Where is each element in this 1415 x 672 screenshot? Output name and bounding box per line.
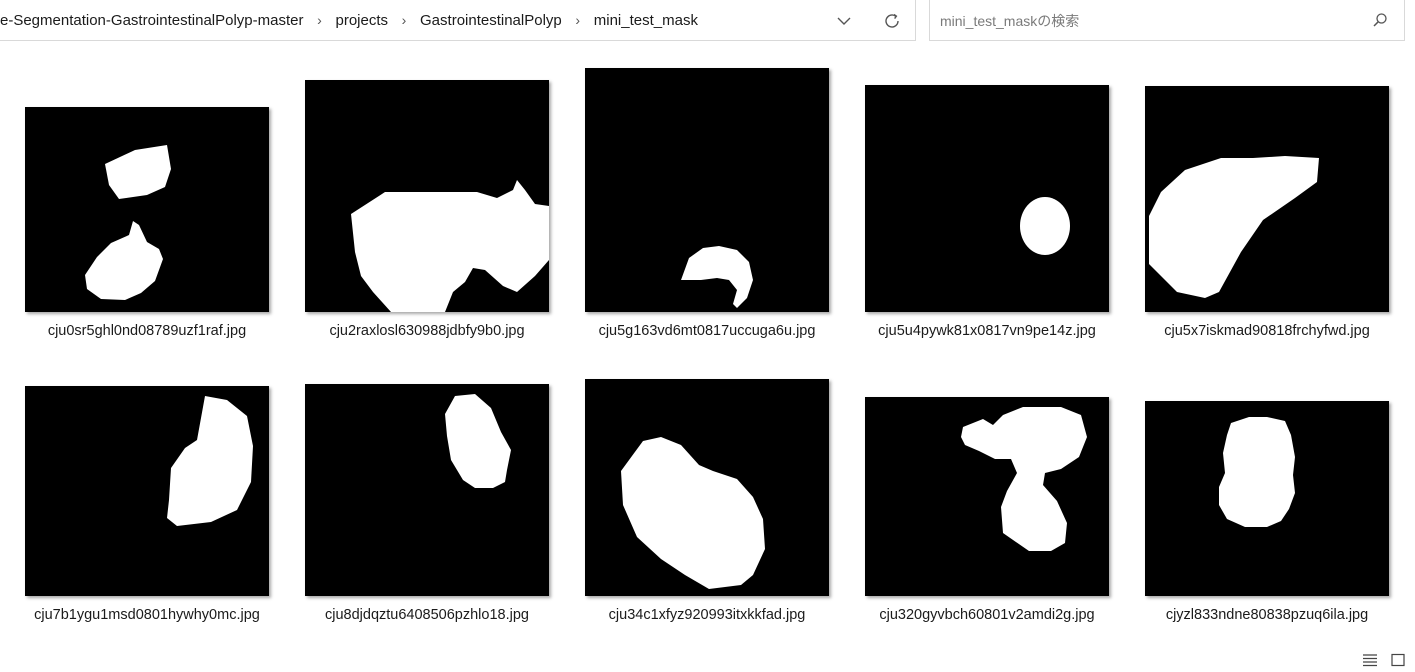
file-thumbnail[interactable] <box>305 384 549 596</box>
file-thumbnail[interactable] <box>585 68 829 312</box>
breadcrumb: e-Segmentation-GastrointestinalPolyp-mas… <box>0 0 704 40</box>
breadcrumb-item[interactable]: e-Segmentation-GastrointestinalPolyp-mas… <box>0 12 309 29</box>
file-thumbnail[interactable] <box>1145 86 1389 312</box>
file-name[interactable]: cju5u4pywk81x0817vn9pe14z.jpg <box>845 323 1129 339</box>
file-thumbnail[interactable] <box>1145 401 1389 596</box>
toolbar: e-Segmentation-GastrointestinalPolyp-mas… <box>0 0 1415 42</box>
refresh-button[interactable] <box>877 7 907 35</box>
chevron-right-icon[interactable]: › <box>568 12 588 28</box>
file-thumbnail[interactable] <box>585 379 829 596</box>
file-name[interactable]: cju5g163vd6mt0817uccuga6u.jpg <box>565 323 849 339</box>
file-name[interactable]: cju34c1xfyz920993itxkkfad.jpg <box>565 607 849 623</box>
chevron-down-icon <box>837 17 851 25</box>
chevron-right-icon[interactable]: › <box>394 12 414 28</box>
file-name[interactable]: cju320gyvbch60801v2amdi2g.jpg <box>845 607 1129 623</box>
search-box[interactable] <box>929 0 1405 41</box>
file-name[interactable]: cju7b1ygu1msd0801hywhy0mc.jpg <box>5 607 289 623</box>
breadcrumb-item[interactable]: GastrointestinalPolyp <box>414 12 568 29</box>
refresh-icon <box>885 13 899 28</box>
details-view-icon <box>1363 654 1377 667</box>
file-thumbnail[interactable] <box>865 85 1109 312</box>
breadcrumb-item[interactable]: projects <box>329 12 394 29</box>
file-thumbnail[interactable] <box>25 386 269 596</box>
file-name[interactable]: cju8djdqztu6408506pzhlo18.jpg <box>285 607 569 623</box>
file-thumbnail[interactable] <box>25 107 269 312</box>
file-name[interactable]: cju0sr5ghl0nd08789uzf1raf.jpg <box>5 323 289 339</box>
address-bar[interactable]: e-Segmentation-GastrointestinalPolyp-mas… <box>0 0 916 41</box>
search-input[interactable] <box>938 9 1362 33</box>
large-icons-view-button[interactable] <box>1390 653 1406 667</box>
file-thumbnail[interactable] <box>865 397 1109 596</box>
chevron-right-icon[interactable]: › <box>309 12 329 28</box>
address-history-button[interactable] <box>830 8 858 34</box>
details-view-button[interactable] <box>1362 653 1378 667</box>
file-thumbnail[interactable] <box>305 80 549 312</box>
search-icon[interactable] <box>1370 10 1390 30</box>
large-icons-view-icon <box>1391 653 1405 667</box>
file-name[interactable]: cju2raxlosl630988jdbfy9b0.jpg <box>285 323 569 339</box>
breadcrumb-item[interactable]: mini_test_mask <box>588 12 704 29</box>
file-name[interactable]: cjyzl833ndne80838pzuq6ila.jpg <box>1125 607 1409 623</box>
file-name[interactable]: cju5x7iskmad90818frchyfwd.jpg <box>1125 323 1409 339</box>
